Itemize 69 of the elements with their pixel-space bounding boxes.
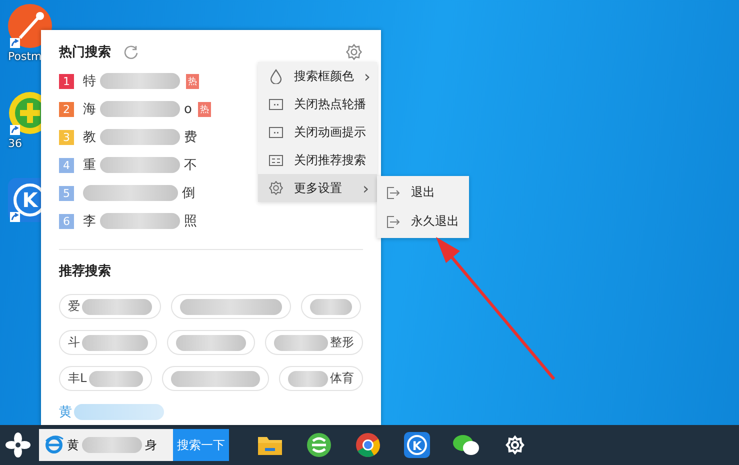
- hot-search-text[interactable]: 倒: [182, 184, 195, 202]
- droplet-icon: [268, 68, 284, 84]
- k-logo-icon[interactable]: K: [404, 432, 430, 458]
- menu-item-label: 退出: [411, 184, 435, 201]
- search-tag[interactable]: 爱: [59, 294, 161, 319]
- menu-item-label: 更多设置: [294, 180, 342, 196]
- rank-badge: 3: [59, 130, 74, 144]
- rank-badge: 1: [59, 74, 74, 88]
- chevron-icon: ›: [362, 178, 369, 198]
- section-title: 热门搜索: [59, 44, 111, 61]
- section-title: 推荐搜索: [59, 262, 112, 280]
- hot-search-text[interactable]: 不: [184, 156, 197, 174]
- menu-item-label: 搜索框颜色: [294, 68, 354, 84]
- menu-item[interactable]: 退出: [377, 178, 469, 207]
- chat-bubbles-icon[interactable]: [452, 433, 480, 457]
- chrome-icon[interactable]: [354, 432, 380, 458]
- hot-search-text[interactable]: 照: [184, 212, 197, 230]
- search-tag[interactable]: 整形: [265, 330, 364, 355]
- menu-item-label: 关闭热点轮播: [294, 96, 366, 112]
- tag-text: 丰L: [68, 370, 87, 387]
- rank-badge: 5: [59, 186, 74, 200]
- desktop-icon-label: 36: [8, 137, 22, 150]
- exit-icon: [385, 214, 401, 230]
- search-tag[interactable]: 斗: [59, 330, 157, 355]
- tag-text: 整形: [330, 334, 354, 351]
- list-box-icon: [268, 152, 284, 168]
- shortcut-arrow-icon: [10, 212, 20, 222]
- rank-badge: 4: [59, 158, 74, 172]
- hot-badge: 热: [186, 74, 199, 88]
- tag-text: 体育: [330, 370, 354, 387]
- search-field[interactable]: 黄 身: [39, 429, 173, 461]
- rank-badge: 6: [59, 214, 74, 228]
- exit-icon: [385, 184, 401, 200]
- hot-search-text[interactable]: 教: [83, 128, 96, 146]
- search-value-text: 黄: [67, 436, 79, 454]
- globe-icon[interactable]: [306, 432, 332, 458]
- search-tag[interactable]: 丰L: [59, 366, 152, 391]
- redaction-block: [82, 437, 142, 453]
- menu-item-label: 关闭动画提示: [294, 124, 366, 140]
- menu-item-label: 关闭推荐搜索: [294, 152, 366, 168]
- search-tag[interactable]: 体育: [279, 366, 363, 391]
- hot-search-text[interactable]: 费: [184, 128, 197, 146]
- chevron-icon: ›: [364, 66, 370, 86]
- hot-badge: 热: [198, 102, 211, 116]
- pinwheel-icon[interactable]: [5, 432, 31, 458]
- search-value-text: 身: [145, 436, 157, 454]
- menu-item-label: 永久退出: [411, 213, 459, 230]
- menu-item[interactable]: 更多设置 ›: [258, 174, 377, 202]
- shortcut-arrow-icon: [10, 38, 20, 48]
- hot-search-text[interactable]: 海: [83, 100, 96, 118]
- refresh-icon[interactable]: [123, 44, 139, 60]
- hot-search-text[interactable]: o: [184, 102, 192, 116]
- hot-search-text[interactable]: 李: [83, 212, 96, 230]
- hot-search-text[interactable]: 重: [83, 156, 96, 174]
- rank-badge: 2: [59, 102, 74, 116]
- browser-e-icon: [44, 435, 64, 455]
- menu-item[interactable]: 关闭推荐搜索: [258, 146, 377, 174]
- hot-search-text[interactable]: 特: [83, 72, 96, 90]
- menu-item[interactable]: 关闭热点轮播: [258, 90, 377, 118]
- desktop-icon-label: Postm: [8, 50, 42, 63]
- menu-item[interactable]: 关闭动画提示: [258, 118, 377, 146]
- dotted-box-icon: [268, 124, 284, 140]
- tag-text: 斗: [68, 334, 80, 351]
- tag-text: 爱: [68, 298, 80, 315]
- dotted-box-icon: [268, 96, 284, 112]
- menu-item[interactable]: 永久退出: [377, 207, 469, 236]
- shortcut-arrow-icon: [10, 125, 20, 135]
- gear-icon: [268, 180, 284, 196]
- menu-item[interactable]: 搜索框颜色 ›: [258, 62, 377, 90]
